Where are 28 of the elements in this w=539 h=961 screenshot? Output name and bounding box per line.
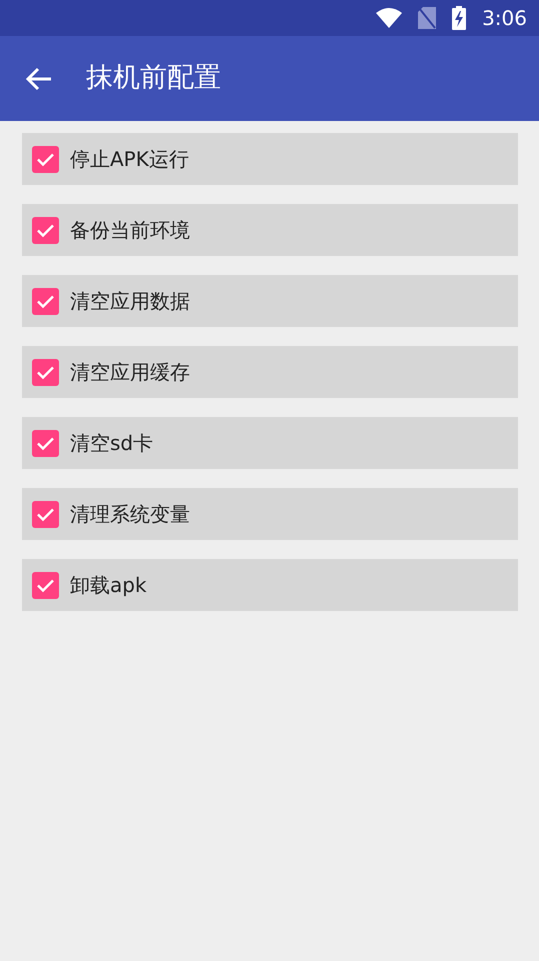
checkbox[interactable] — [32, 216, 59, 244]
option-label: 卸载apk — [70, 572, 147, 599]
checkmark-icon — [36, 222, 55, 238]
checkbox[interactable] — [32, 430, 59, 456]
wifi-icon — [376, 8, 402, 28]
screen-title: 抹机前配置 — [86, 61, 221, 96]
checkbox[interactable] — [32, 572, 59, 598]
option-label: 清理系统变量 — [70, 501, 190, 528]
back-arrow-icon — [26, 66, 52, 90]
option-label: 清空应用数据 — [70, 288, 190, 315]
checkmark-icon — [36, 436, 55, 450]
back-button[interactable] — [26, 66, 52, 90]
checkmark-icon — [36, 152, 55, 166]
battery-charging-icon — [452, 6, 466, 30]
checkbox[interactable] — [32, 358, 59, 386]
option-label: 停止APK运行 — [70, 146, 189, 173]
option-label: 备份当前环境 — [70, 217, 190, 244]
checkmark-icon — [36, 506, 55, 522]
checkbox[interactable] — [32, 146, 59, 172]
option-label: 清空应用缓存 — [70, 359, 190, 386]
no-sim-icon — [418, 7, 436, 29]
checkmark-icon — [36, 364, 55, 380]
checkbox[interactable] — [32, 500, 59, 528]
option-label: 清空sd卡 — [70, 430, 154, 457]
checkbox[interactable] — [32, 288, 59, 314]
checkmark-icon — [36, 578, 55, 592]
clock-time: 3:06 — [482, 5, 527, 32]
checkmark-icon — [36, 294, 55, 308]
